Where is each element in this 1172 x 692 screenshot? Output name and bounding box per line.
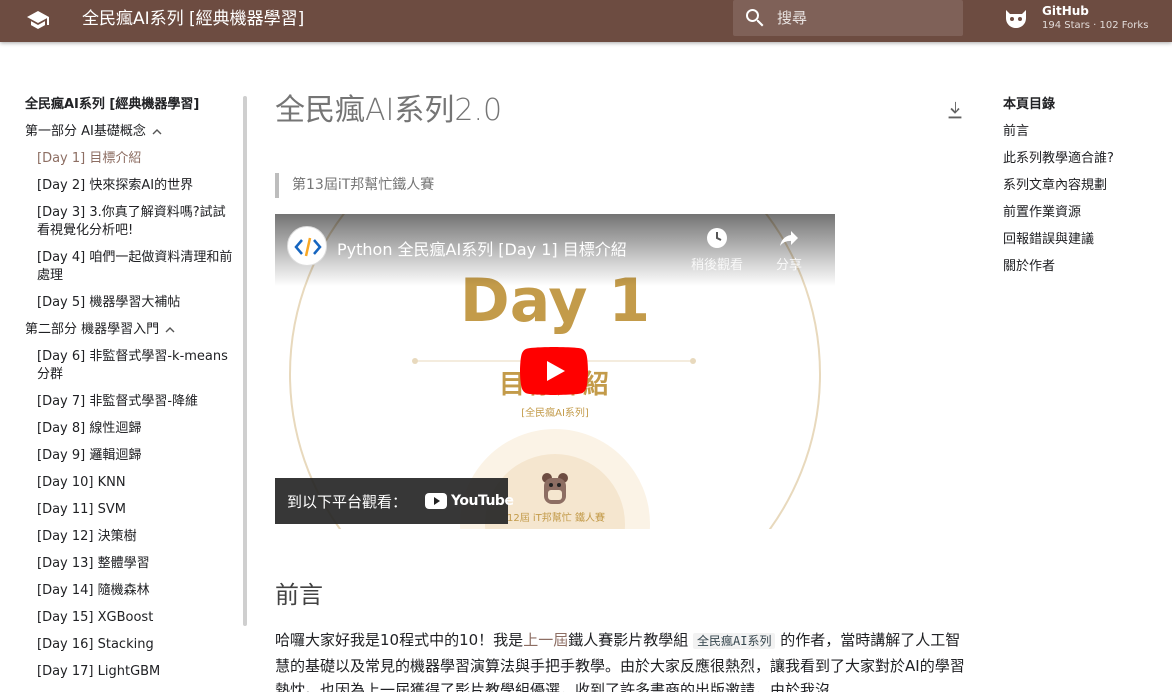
watch-later-label: 稍後觀看: [690, 258, 743, 273]
toc-title: 本頁目錄: [1003, 97, 1056, 112]
thumbnail-tag: [全民瘋AI系列]: [521, 408, 589, 419]
thumbnail-footer: 12屆 iT邦幫忙 鐵人賽: [507, 513, 605, 524]
repo-name: GitHub: [1042, 4, 1089, 18]
nav-item-day16[interactable]: [Day 16] Stacking: [25, 636, 235, 654]
youtube-logo[interactable]: YouTube: [425, 492, 514, 510]
nav-item-day17[interactable]: [Day 17] LightGBM: [25, 663, 235, 681]
nav-section-part2[interactable]: 第二部分 機器學習入門: [25, 321, 235, 339]
share-arrow-icon: [780, 231, 798, 246]
nav-item-day9[interactable]: [Day 9] 邏輯迴歸: [25, 447, 235, 465]
toc-item[interactable]: 關於作者: [1003, 258, 1163, 276]
download-icon[interactable]: [944, 100, 966, 122]
share-label: 分享: [775, 258, 802, 273]
search-box[interactable]: [733, 0, 963, 36]
watch-on-youtube-bar[interactable]: 到以下平台觀看： YouTube: [275, 478, 514, 524]
nav-title[interactable]: 全民瘋AI系列 [經典機器學習]: [25, 96, 235, 114]
nav-section-label: 第二部分 機器學習入門: [25, 322, 160, 337]
github-repo-link[interactable]: GitHub 194 Stars · 102 Forks: [1000, 0, 1170, 36]
blockquote: 第13屆iT邦幫忙鐵人賽: [275, 173, 434, 198]
nav-item-day2[interactable]: [Day 2] 快來探索AI的世界: [25, 177, 235, 195]
intro-paragraph: 哈囉大家好我是10程式中的10！我是上一屆鐵人賽影片教學組 全民瘋AI系列 的作…: [275, 631, 965, 692]
site-title[interactable]: 全民瘋AI系列 [經典機器學習]: [82, 8, 304, 30]
chevron-up-icon[interactable]: [165, 325, 175, 335]
youtube-icon: [425, 493, 447, 509]
nav-item-day15[interactable]: [Day 15] XGBoost: [25, 609, 235, 627]
youtube-embed[interactable]: Day 1 目標介紹 [全民瘋AI系列] 12屆 iT邦幫忙 鐵人賽 Pytho…: [275, 214, 835, 529]
previous-edition-link[interactable]: 上一屆: [523, 631, 568, 649]
repo-facts: 194 Stars · 102 Forks: [1042, 20, 1149, 31]
nav-item-day13[interactable]: [Day 13] 整體學習: [25, 555, 235, 573]
youtube-wordmark: YouTube: [451, 493, 514, 509]
nav-item-day7[interactable]: [Day 7] 非監督式學習-降維: [25, 393, 235, 411]
bear-mascot-icon: [542, 473, 568, 504]
watch-on-label: 到以下平台觀看：: [287, 493, 408, 511]
video-title[interactable]: Python 全民瘋AI系列 [Day 1] 目標介紹: [337, 236, 627, 260]
nav-item-day4[interactable]: [Day 4] 咱們一起做資料清理和前處理: [25, 249, 235, 285]
nav-item-day10[interactable]: [Day 10] KNN: [25, 474, 235, 492]
search-input[interactable]: [777, 6, 953, 30]
table-of-contents: 本頁目錄 前言 此系列教學適合誰? 系列文章內容規劃 前置作業資源 回報錯誤與建…: [1003, 96, 1163, 285]
nav-item-day11[interactable]: [Day 11] SVM: [25, 501, 235, 519]
nav-item-day3[interactable]: [Day 3] 3.你真了解資料嗎?試試看視覺化分析吧!: [25, 204, 235, 240]
chevron-up-icon[interactable]: [152, 127, 162, 137]
primary-nav: 全民瘋AI系列 [經典機器學習] 第一部分 AI基礎概念 [Day 1] 目標介…: [25, 96, 235, 690]
nav-scrollbar[interactable]: [243, 96, 247, 626]
graduation-cap-icon[interactable]: [26, 8, 50, 32]
page-title: 全民瘋AI系列2.0: [275, 93, 503, 128]
top-header: 全民瘋AI系列 [經典機器學習] GitHub 194 Stars · 102 …: [0, 0, 1172, 42]
toc-item[interactable]: 回報錯誤與建議: [1003, 231, 1163, 249]
nav-item-day12[interactable]: [Day 12] 決策樹: [25, 528, 235, 546]
code-brackets-icon: [294, 237, 322, 257]
search-icon[interactable]: [743, 6, 767, 30]
toc-item[interactable]: 前置作業資源: [1003, 204, 1163, 222]
section-heading: 前言: [275, 581, 323, 609]
toc-item[interactable]: 前言: [1003, 123, 1163, 141]
inline-code: 全民瘋AI系列: [693, 633, 776, 649]
nav-item-day8[interactable]: [Day 8] 線性迴歸: [25, 420, 235, 438]
nav-item-day1[interactable]: [Day 1] 目標介紹: [25, 150, 235, 168]
nav-item-day6[interactable]: [Day 6] 非監督式學習-k-means分群: [25, 348, 235, 384]
watch-later-button[interactable]: 稍後觀看: [687, 226, 747, 273]
share-button[interactable]: 分享: [759, 226, 819, 273]
github-cat-icon: [1006, 10, 1026, 28]
play-button-icon[interactable]: [520, 347, 588, 395]
toc-item[interactable]: 系列文章內容規劃: [1003, 177, 1163, 195]
toc-item[interactable]: 此系列教學適合誰?: [1003, 150, 1163, 168]
channel-avatar[interactable]: [287, 226, 327, 266]
nav-item-day14[interactable]: [Day 14] 隨機森林: [25, 582, 235, 600]
nav-section-label: 第一部分 AI基礎概念: [25, 124, 146, 139]
clock-icon: [707, 228, 727, 248]
nav-section-part1[interactable]: 第一部分 AI基礎概念: [25, 123, 235, 141]
nav-item-day5[interactable]: [Day 5] 機器學習大補帖: [25, 294, 235, 312]
